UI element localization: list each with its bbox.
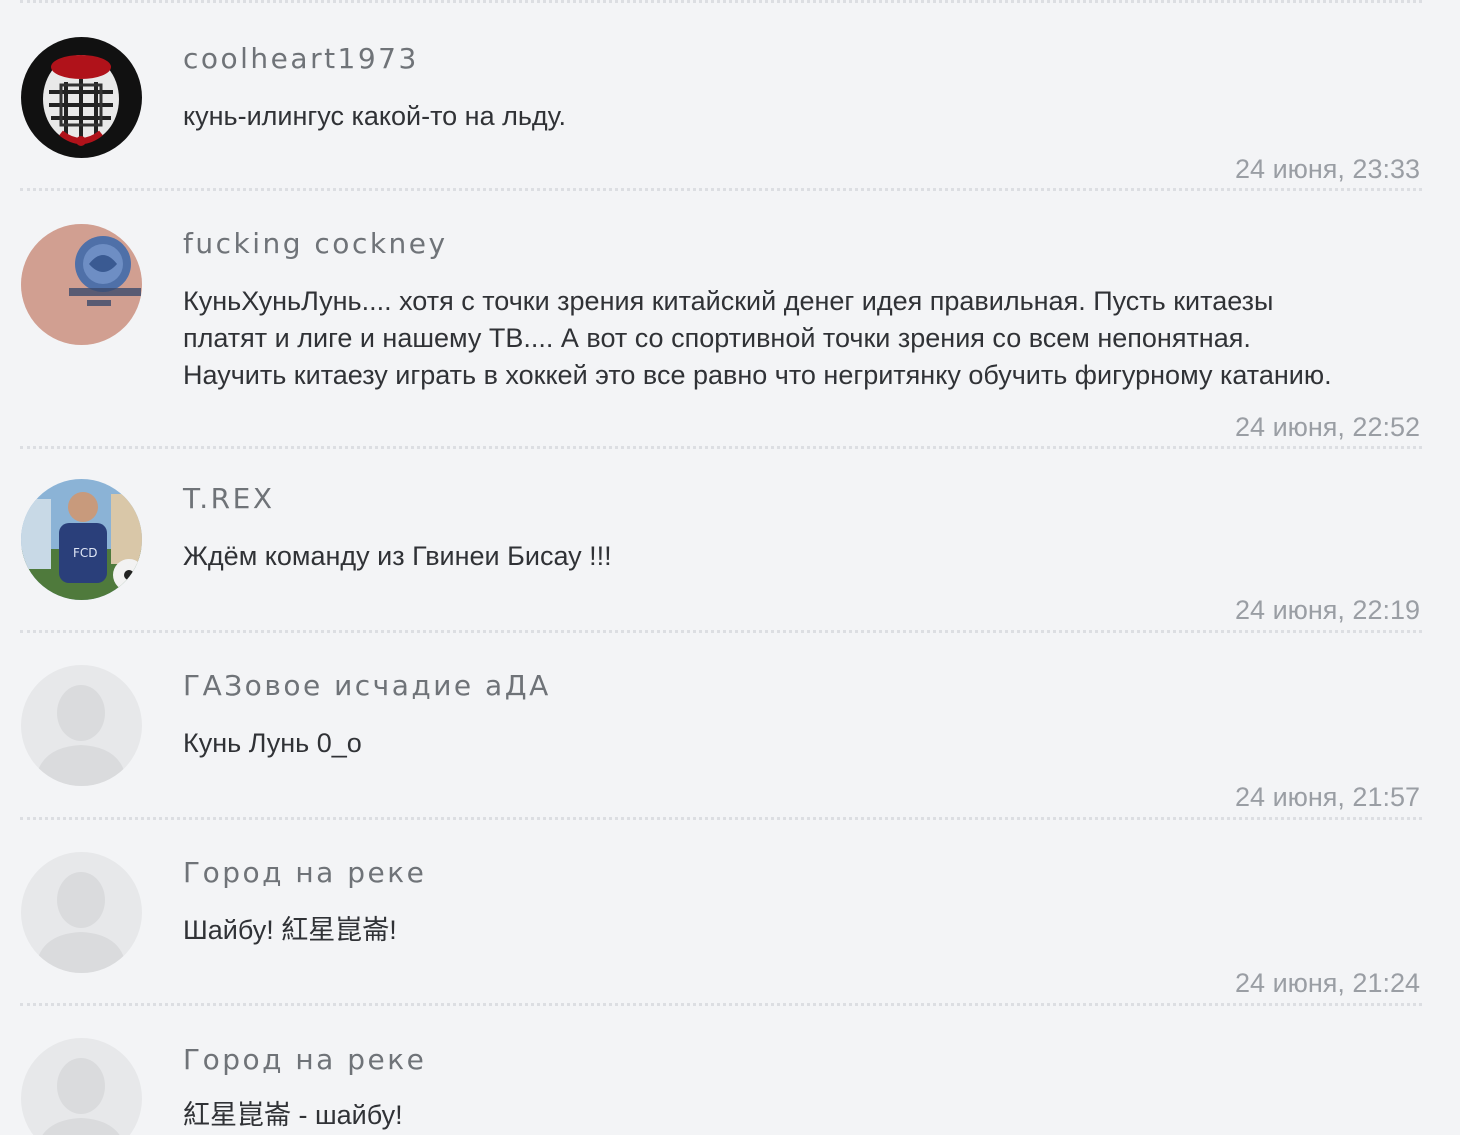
comment-text: Ждём команду из Гвинеи Бисау !!! — [183, 541, 612, 571]
comment-text: Шайбу! 紅星崑崙! — [183, 915, 397, 945]
comment-separator — [20, 630, 1422, 633]
comment-timestamp: 24 июня, 22:52 — [1235, 412, 1420, 442]
comment-author[interactable]: fucking cockney — [183, 227, 448, 260]
comment-author[interactable]: coolheart1973 — [183, 42, 419, 75]
comment-separator — [20, 817, 1422, 820]
comment-feed: coolheart1973 кунь-илингус какой-то на л… — [0, 0, 1460, 1135]
comment-text: Кунь Лунь 0_о — [183, 728, 362, 758]
comment-author[interactable]: Город на реке — [183, 1043, 426, 1076]
comment-author[interactable]: Город на реке — [183, 856, 426, 889]
tattoo-avatar[interactable] — [21, 224, 142, 345]
comment-timestamp: 24 июня, 21:24 — [1235, 968, 1420, 998]
default-user-avatar[interactable] — [21, 1038, 142, 1135]
user-photo-avatar[interactable]: FCD — [21, 479, 142, 600]
comment-text: кунь-илингус какой-то на льду. — [183, 101, 566, 131]
comment-text: КуньХуньЛунь.... хотя с точки зрения кит… — [183, 286, 1332, 390]
comment-separator — [20, 1003, 1422, 1006]
comment-separator — [20, 446, 1422, 449]
comment-timestamp: 24 июня, 21:57 — [1235, 782, 1420, 812]
comment-author[interactable]: T.REX — [183, 482, 275, 515]
comment-separator — [20, 188, 1422, 191]
default-user-avatar[interactable] — [21, 665, 142, 786]
comment-author[interactable]: ГАЗовое исчадие аДА — [183, 669, 551, 702]
goalie-mask-avatar[interactable] — [21, 37, 142, 158]
comment-separator — [20, 0, 1422, 3]
comment-timestamp: 24 июня, 22:19 — [1235, 595, 1420, 625]
default-user-avatar[interactable] — [21, 852, 142, 973]
svg-text:FCD: FCD — [73, 546, 98, 560]
comment-timestamp: 24 июня, 23:33 — [1235, 154, 1420, 184]
comment-text: 紅星崑崙 - шайбу! — [183, 1100, 403, 1130]
